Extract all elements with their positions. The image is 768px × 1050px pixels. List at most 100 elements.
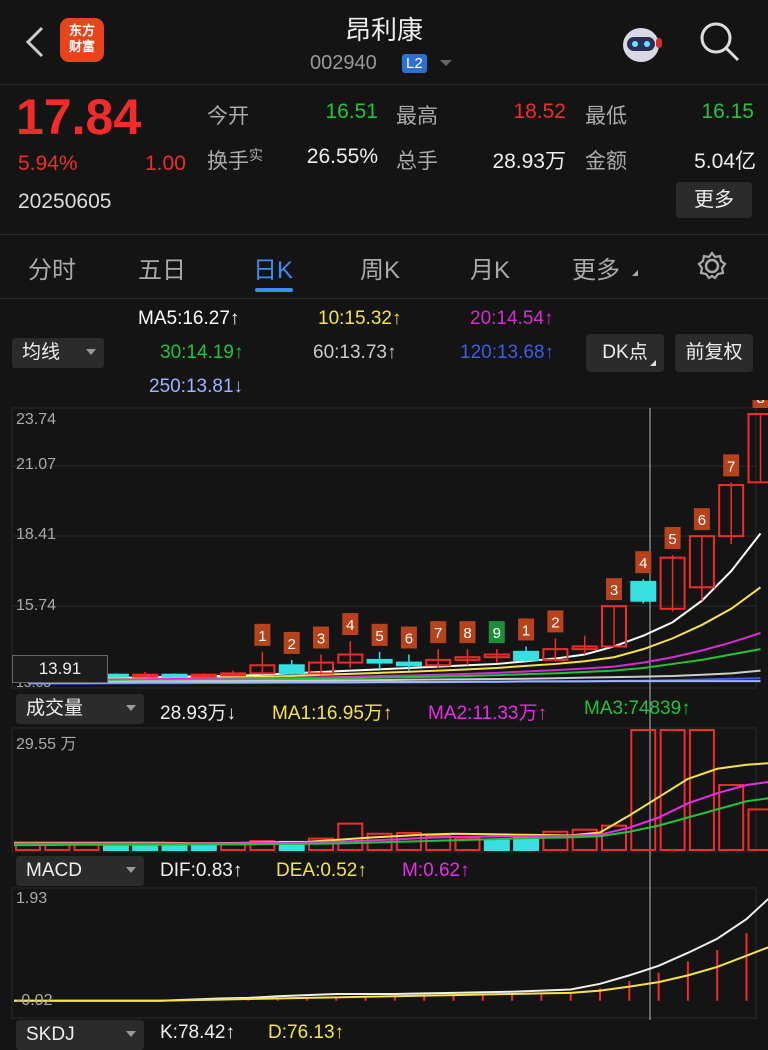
ma60-value: 60:13.73↑ bbox=[313, 342, 396, 364]
dk-point-button[interactable]: DK点 bbox=[586, 334, 664, 372]
tab-monthly-k[interactable]: 月K bbox=[470, 250, 510, 285]
td-label: 2 bbox=[551, 614, 559, 631]
ma250-value: 250:13.81↓ bbox=[149, 376, 243, 398]
amount-value: 5.04亿 bbox=[660, 145, 756, 175]
robot-assistant-icon[interactable] bbox=[616, 20, 666, 66]
skdj-k: K:78.42↑ bbox=[160, 1022, 235, 1044]
td-label: 4 bbox=[346, 617, 354, 634]
candle-body bbox=[631, 582, 655, 601]
tab-five-day[interactable]: 五日 bbox=[138, 250, 186, 285]
volume-selector[interactable]: 成交量 bbox=[16, 694, 144, 724]
volume-value: 28.93万 bbox=[466, 145, 566, 175]
turnover-value: 26.55% bbox=[282, 145, 378, 169]
candle-body bbox=[221, 673, 245, 675]
k-ytick-2: 21.07 bbox=[16, 456, 56, 474]
high-value: 18.52 bbox=[488, 100, 566, 124]
candle-body bbox=[280, 665, 304, 673]
td-label: 3 bbox=[610, 582, 618, 599]
chevron-down-icon[interactable] bbox=[440, 60, 452, 66]
volume-bar bbox=[631, 730, 655, 850]
td-label: 6 bbox=[698, 512, 706, 529]
dk-corner-icon bbox=[650, 360, 656, 366]
volume-bar bbox=[661, 730, 685, 850]
ma5-value: MA5:16.27↑ bbox=[138, 308, 239, 330]
td-label: 6 bbox=[405, 631, 413, 648]
macd-ytick-bottom: -0.02 bbox=[16, 992, 52, 1010]
macd-dif: DIF:0.83↑ bbox=[160, 860, 242, 882]
skdj-selector[interactable]: SKDJ bbox=[16, 1020, 144, 1050]
volume-bar bbox=[485, 840, 509, 850]
candle-body bbox=[192, 675, 216, 677]
candle-body bbox=[133, 675, 157, 677]
candle-body bbox=[163, 675, 187, 677]
volume-bar bbox=[749, 809, 768, 850]
search-icon[interactable] bbox=[698, 20, 742, 64]
td-label: 4 bbox=[639, 555, 647, 572]
open-label: 今开 bbox=[207, 100, 249, 130]
td-label: 5 bbox=[668, 531, 676, 548]
gear-icon[interactable] bbox=[696, 250, 728, 282]
k-ytick-4: 15.74 bbox=[16, 597, 56, 615]
candle-body bbox=[397, 663, 421, 666]
tab-daily-k[interactable]: 日K bbox=[253, 250, 293, 285]
ma30-value: 30:14.19↑ bbox=[160, 342, 243, 364]
more-corner-icon bbox=[632, 270, 638, 276]
tab-more[interactable]: 更多 bbox=[572, 250, 620, 285]
ma20-value: 20:14.54↑ bbox=[470, 308, 553, 330]
more-quote-button[interactable]: 更多 bbox=[676, 182, 752, 218]
low-value: 16.15 bbox=[676, 100, 754, 124]
macd-selector[interactable]: MACD bbox=[16, 856, 144, 886]
ma120-value: 120:13.68↑ bbox=[460, 342, 554, 364]
turnover-label: 换手实 bbox=[207, 145, 263, 175]
td-label: 7 bbox=[434, 625, 442, 642]
volume-current: 28.93万↓ bbox=[160, 698, 236, 725]
macd-dif-line bbox=[14, 892, 768, 1001]
change-amount: 1.00 bbox=[145, 152, 186, 176]
stock-code: 002940 bbox=[310, 52, 377, 75]
change-percent: 5.94% bbox=[18, 152, 78, 176]
high-label: 最高 bbox=[396, 100, 438, 130]
td-label: 1 bbox=[258, 628, 266, 645]
volume-ma3: MA3:74839↑ bbox=[584, 698, 691, 720]
td-label: 9 bbox=[493, 625, 501, 642]
level2-badge[interactable]: L2 bbox=[402, 54, 427, 73]
volume-ma1: MA1:16.95万↑ bbox=[272, 698, 392, 725]
indicator-selector[interactable]: 均线 bbox=[12, 338, 104, 368]
crosshair-price-marker: 13.91 bbox=[12, 655, 108, 683]
td-label: 1 bbox=[522, 622, 530, 639]
volume-label: 总手 bbox=[396, 145, 438, 175]
candle-body bbox=[368, 660, 392, 663]
amount-label: 金额 bbox=[585, 145, 627, 175]
last-price: 17.84 bbox=[16, 88, 141, 146]
macd-dea: DEA:0.52↑ bbox=[276, 860, 367, 882]
macd-frame bbox=[12, 888, 756, 1018]
candle-body bbox=[514, 652, 538, 660]
k-ytick-1: 23.74 bbox=[16, 411, 56, 429]
tab-weekly-k[interactable]: 周K bbox=[360, 250, 400, 285]
volume-ytick: 29.55 万 bbox=[16, 730, 77, 754]
volume-ma2: MA2:11.33万↑ bbox=[428, 698, 547, 725]
active-tab-indicator bbox=[255, 288, 293, 292]
quote-date: 20250605 bbox=[18, 190, 111, 214]
td-label: 5 bbox=[375, 628, 383, 645]
macd-ytick-top: 1.93 bbox=[16, 890, 47, 908]
macd-m: M:0.62↑ bbox=[402, 860, 470, 882]
tab-intraday[interactable]: 分时 bbox=[28, 250, 76, 285]
low-label: 最低 bbox=[585, 100, 627, 130]
volume-bar bbox=[690, 730, 714, 850]
td-label: 7 bbox=[727, 458, 735, 475]
volume-bar bbox=[719, 785, 743, 850]
td-label: 8 bbox=[756, 400, 764, 407]
macd-dea-line bbox=[14, 944, 768, 1000]
kline-frame bbox=[12, 408, 756, 688]
forward-adjust-button[interactable]: 前复权 bbox=[675, 334, 753, 372]
open-value: 16.51 bbox=[300, 100, 378, 124]
k-ytick-3: 18.41 bbox=[16, 526, 56, 544]
td-label: 2 bbox=[288, 636, 296, 653]
candle-body bbox=[749, 414, 768, 482]
ma10-value: 10:15.32↑ bbox=[318, 308, 401, 330]
skdj-d: D:76.13↑ bbox=[268, 1022, 344, 1044]
td-label: 3 bbox=[317, 631, 325, 648]
td-label: 8 bbox=[463, 625, 471, 642]
volume-bar bbox=[338, 824, 362, 850]
